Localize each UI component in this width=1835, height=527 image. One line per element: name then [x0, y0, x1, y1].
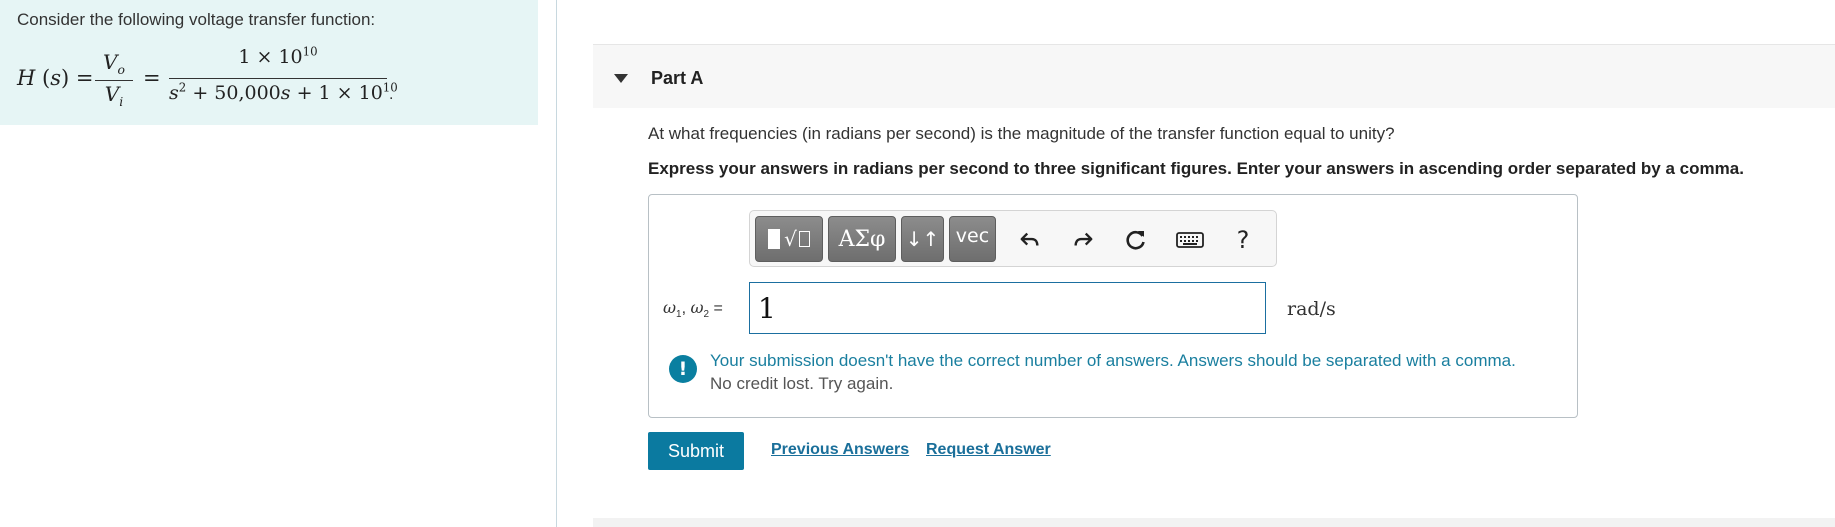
formula-vo: Vo — [103, 50, 125, 77]
formula-denominator: s2 + 50,000s + 1 × 1010 — [169, 80, 398, 104]
formula-equals: = — [143, 66, 161, 90]
template-box-icon — [798, 231, 810, 247]
problem-panel: Consider the following voltage transfer … — [0, 0, 538, 125]
keyboard-icon[interactable] — [1175, 225, 1205, 255]
template-square-icon — [768, 229, 781, 249]
help-icon[interactable]: ? — [1228, 225, 1258, 255]
subscript-superscript-button[interactable]: ↓↑ — [901, 216, 944, 262]
vector-button[interactable]: vec — [949, 216, 996, 262]
transfer-function-formula: H (s) = Vo Vi = 1 × 1010 s2 + 50,000s + … — [17, 46, 537, 112]
problem-intro: Consider the following voltage transfer … — [17, 10, 376, 29]
reset-icon[interactable] — [1121, 225, 1151, 255]
undo-icon[interactable] — [1015, 225, 1045, 255]
templates-button[interactable]: √ — [755, 216, 823, 262]
instruction-text: Express your answers in radians per seco… — [648, 159, 1744, 178]
math-toolbar: √ ΑΣφ ↓↑ vec ? — [749, 210, 1277, 267]
formula-vi: Vi — [104, 82, 124, 109]
formula-lhs: H (s) = — [17, 66, 94, 90]
formula-period: . — [389, 86, 394, 103]
caret-down-icon[interactable] — [614, 74, 628, 83]
part-a-header[interactable]: Part A — [593, 44, 1835, 108]
next-part-band — [593, 518, 1835, 527]
answer-label: ω1, ω2 = — [663, 298, 723, 321]
formula-numerator: 1 × 1010 — [238, 44, 318, 68]
radical-icon: √ — [784, 227, 797, 251]
unit-label: rad/s — [1287, 298, 1336, 320]
previous-answers-link[interactable]: Previous Answers — [771, 441, 909, 459]
greek-symbols-button[interactable]: ΑΣφ — [828, 216, 896, 262]
feedback-text: Your submission doesn't have the correct… — [710, 351, 1516, 370]
request-answer-link[interactable]: Request Answer — [926, 441, 1051, 459]
panel-divider — [556, 0, 557, 527]
formula-fraction-vo-vi: Vo Vi — [95, 50, 133, 109]
alert-icon: ! — [669, 355, 697, 383]
question-text: At what frequencies (in radians per seco… — [648, 124, 1395, 143]
formula-fraction-transfer: 1 × 1010 s2 + 50,000s + 1 × 1010 — [169, 44, 398, 104]
answer-input[interactable] — [749, 282, 1266, 334]
submit-button[interactable]: Submit — [648, 432, 744, 470]
answer-box: √ ΑΣφ ↓↑ vec ? ω1, ω2 = rad/s ! Your sub… — [648, 194, 1578, 418]
redo-icon[interactable] — [1068, 225, 1098, 255]
part-title: Part A — [651, 68, 704, 88]
feedback-subtext: No credit lost. Try again. — [710, 374, 894, 393]
